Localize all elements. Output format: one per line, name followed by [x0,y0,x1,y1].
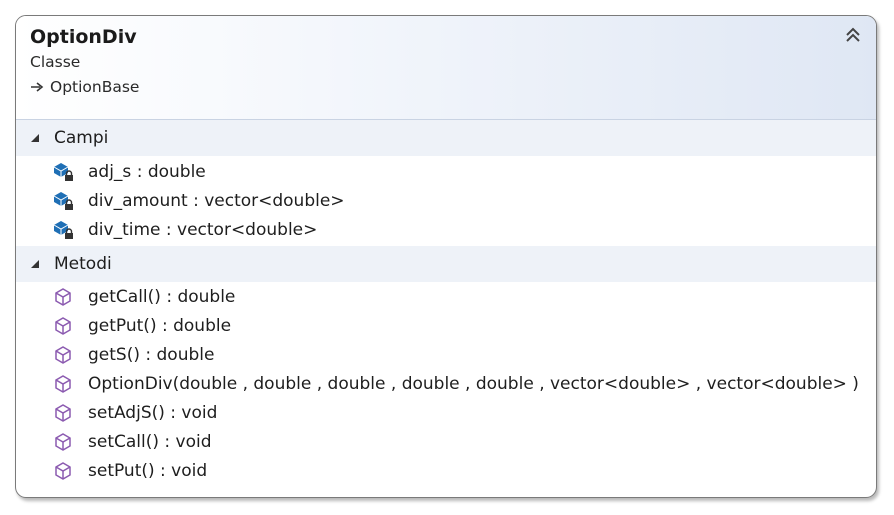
class-shape[interactable]: OptionDiv Classe OptionBase Campi adj_s … [15,15,877,498]
method-label: setAdjS() : void [88,403,218,423]
triangle-expanded-icon[interactable] [30,133,40,143]
field-label: div_amount : vector<double> [88,191,345,211]
field-item[interactable]: adj_s : double [52,158,206,186]
method-item[interactable]: setPut() : void [52,457,207,485]
base-class-name: OptionBase [50,78,140,96]
method-cube-icon [55,375,71,393]
private-field-icon [53,192,73,210]
method-label: setPut() : void [88,461,208,481]
method-label: getS() : double [88,345,215,365]
class-name: OptionDiv [30,26,137,48]
base-class: OptionBase [30,78,139,96]
method-item[interactable]: setAdjS() : void [52,399,217,427]
class-kind: Classe [30,53,81,71]
method-item[interactable]: OptionDiv(double , double , double , dou… [52,370,859,398]
triangle-expanded-icon[interactable] [30,259,40,269]
method-cube-icon [55,317,71,335]
field-item[interactable]: div_time : vector<double> [52,216,317,244]
method-cube-icon [55,433,71,451]
double-chevron-up-icon[interactable] [844,26,862,44]
method-label: setCall() : void [88,432,212,452]
class-header: OptionDiv Classe OptionBase [16,16,876,120]
field-label: div_time : vector<double> [88,220,318,240]
method-label: getPut() : double [88,316,232,336]
method-label: OptionDiv(double , double , double , dou… [88,374,859,394]
method-label: getCall() : double [88,287,236,307]
method-cube-icon [55,346,71,364]
section-methods[interactable]: Metodi [16,246,876,282]
field-label: adj_s : double [88,162,206,182]
method-item[interactable]: getS() : double [52,341,214,369]
method-cube-icon [55,288,71,306]
method-cube-icon [55,462,71,480]
method-cube-icon [55,404,71,422]
inheritance-arrow-icon [31,82,44,92]
field-item[interactable]: div_amount : vector<double> [52,187,345,215]
method-item[interactable]: getCall() : double [52,283,235,311]
section-fields-label: Campi [54,128,109,148]
private-field-icon [53,163,73,181]
private-field-icon [53,221,73,239]
section-methods-label: Metodi [54,254,112,274]
method-item[interactable]: setCall() : void [52,428,212,456]
section-fields[interactable]: Campi [16,120,876,156]
method-item[interactable]: getPut() : double [52,312,231,340]
